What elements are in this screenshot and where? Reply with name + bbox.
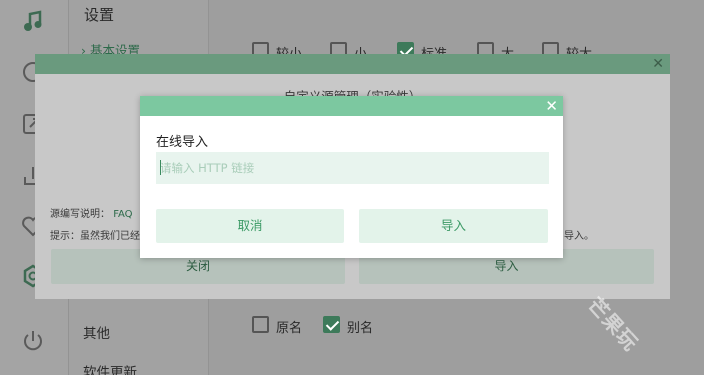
power-icon[interactable] (20, 328, 46, 354)
name-alias-label: 别名 (347, 321, 374, 336)
import-button[interactable]: 导入 (359, 209, 548, 243)
source-help: 源编写说明： FAQ (50, 205, 133, 220)
close-icon[interactable]: ✕ (545, 96, 558, 116)
name-original-label: 原名 (276, 321, 303, 336)
online-import-dialog: ✕ 在线导入 取消 导入 (140, 96, 563, 258)
name-alias-checkbox[interactable] (323, 316, 340, 333)
tip-text-tail: 导入。 (564, 231, 594, 242)
dialog-header: ✕ (140, 96, 563, 116)
source-help-text: 源编写说明： (50, 209, 110, 220)
close-icon[interactable]: ✕ (652, 55, 664, 73)
music-note-icon[interactable] (20, 8, 46, 34)
text-caret (160, 160, 161, 175)
dialog-header: ✕ (35, 54, 670, 74)
tip-text: 提示：虽然我们已经 (50, 231, 140, 242)
page-title: 设置 (84, 6, 115, 24)
name-original-checkbox[interactable] (252, 316, 269, 333)
cancel-button[interactable]: 取消 (156, 209, 344, 243)
url-input[interactable] (156, 152, 549, 184)
faq-link[interactable]: FAQ (113, 209, 132, 220)
nav-item-update[interactable]: 软件更新 (83, 361, 137, 375)
nav-item-other[interactable]: 其他 (83, 322, 110, 342)
online-import-label: 在线导入 (156, 135, 209, 150)
